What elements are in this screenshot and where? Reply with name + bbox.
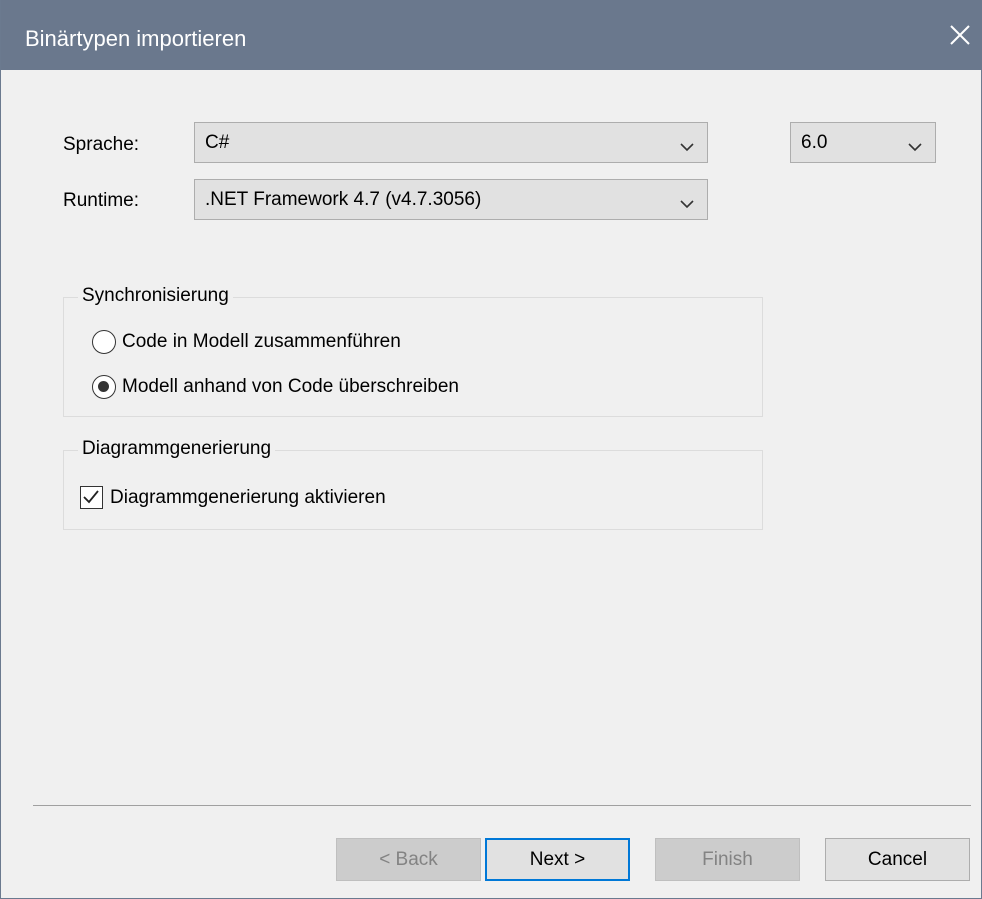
import-binary-types-dialog: Binärtypen importieren Sprache: C# 6.0 R… bbox=[0, 0, 982, 899]
radio-overwrite-label: Modell anhand von Code überschreiben bbox=[122, 376, 459, 397]
chevron-down-icon bbox=[679, 137, 695, 152]
close-icon[interactable] bbox=[945, 20, 975, 50]
checkbox-checked-icon bbox=[80, 486, 103, 509]
next-button[interactable]: Next > bbox=[485, 838, 630, 881]
enable-diagram-generation-label: Diagrammgenerierung aktivieren bbox=[110, 487, 386, 508]
finish-button[interactable]: Finish bbox=[655, 838, 800, 881]
runtime-value: .NET Framework 4.7 (v4.7.3056) bbox=[205, 189, 482, 210]
runtime-dropdown[interactable]: .NET Framework 4.7 (v4.7.3056) bbox=[194, 179, 708, 220]
runtime-label: Runtime: bbox=[63, 190, 140, 211]
language-label: Sprache: bbox=[63, 134, 140, 155]
synchronization-group: Synchronisierung Code in Modell zusammen… bbox=[63, 285, 763, 417]
diagram-generation-group: Diagrammgenerierung Diagrammgenerierung … bbox=[63, 438, 763, 530]
cancel-button[interactable]: Cancel bbox=[825, 838, 970, 881]
title-bar: Binärtypen importieren bbox=[1, 0, 982, 70]
diagram-generation-legend: Diagrammgenerierung bbox=[78, 438, 276, 460]
version-value: 6.0 bbox=[801, 132, 828, 153]
back-button[interactable]: < Back bbox=[336, 838, 481, 881]
radio-merge-label: Code in Modell zusammenführen bbox=[122, 331, 401, 352]
chevron-down-icon bbox=[907, 137, 923, 152]
language-value: C# bbox=[205, 132, 230, 153]
radio-selected-icon bbox=[92, 375, 116, 399]
footer-separator bbox=[33, 805, 971, 806]
radio-unselected-icon bbox=[92, 330, 116, 354]
dialog-title: Binärtypen importieren bbox=[25, 26, 247, 51]
language-dropdown[interactable]: C# bbox=[194, 122, 708, 163]
version-dropdown[interactable]: 6.0 bbox=[790, 122, 936, 163]
synchronization-legend: Synchronisierung bbox=[78, 285, 233, 307]
chevron-down-icon bbox=[679, 194, 695, 209]
